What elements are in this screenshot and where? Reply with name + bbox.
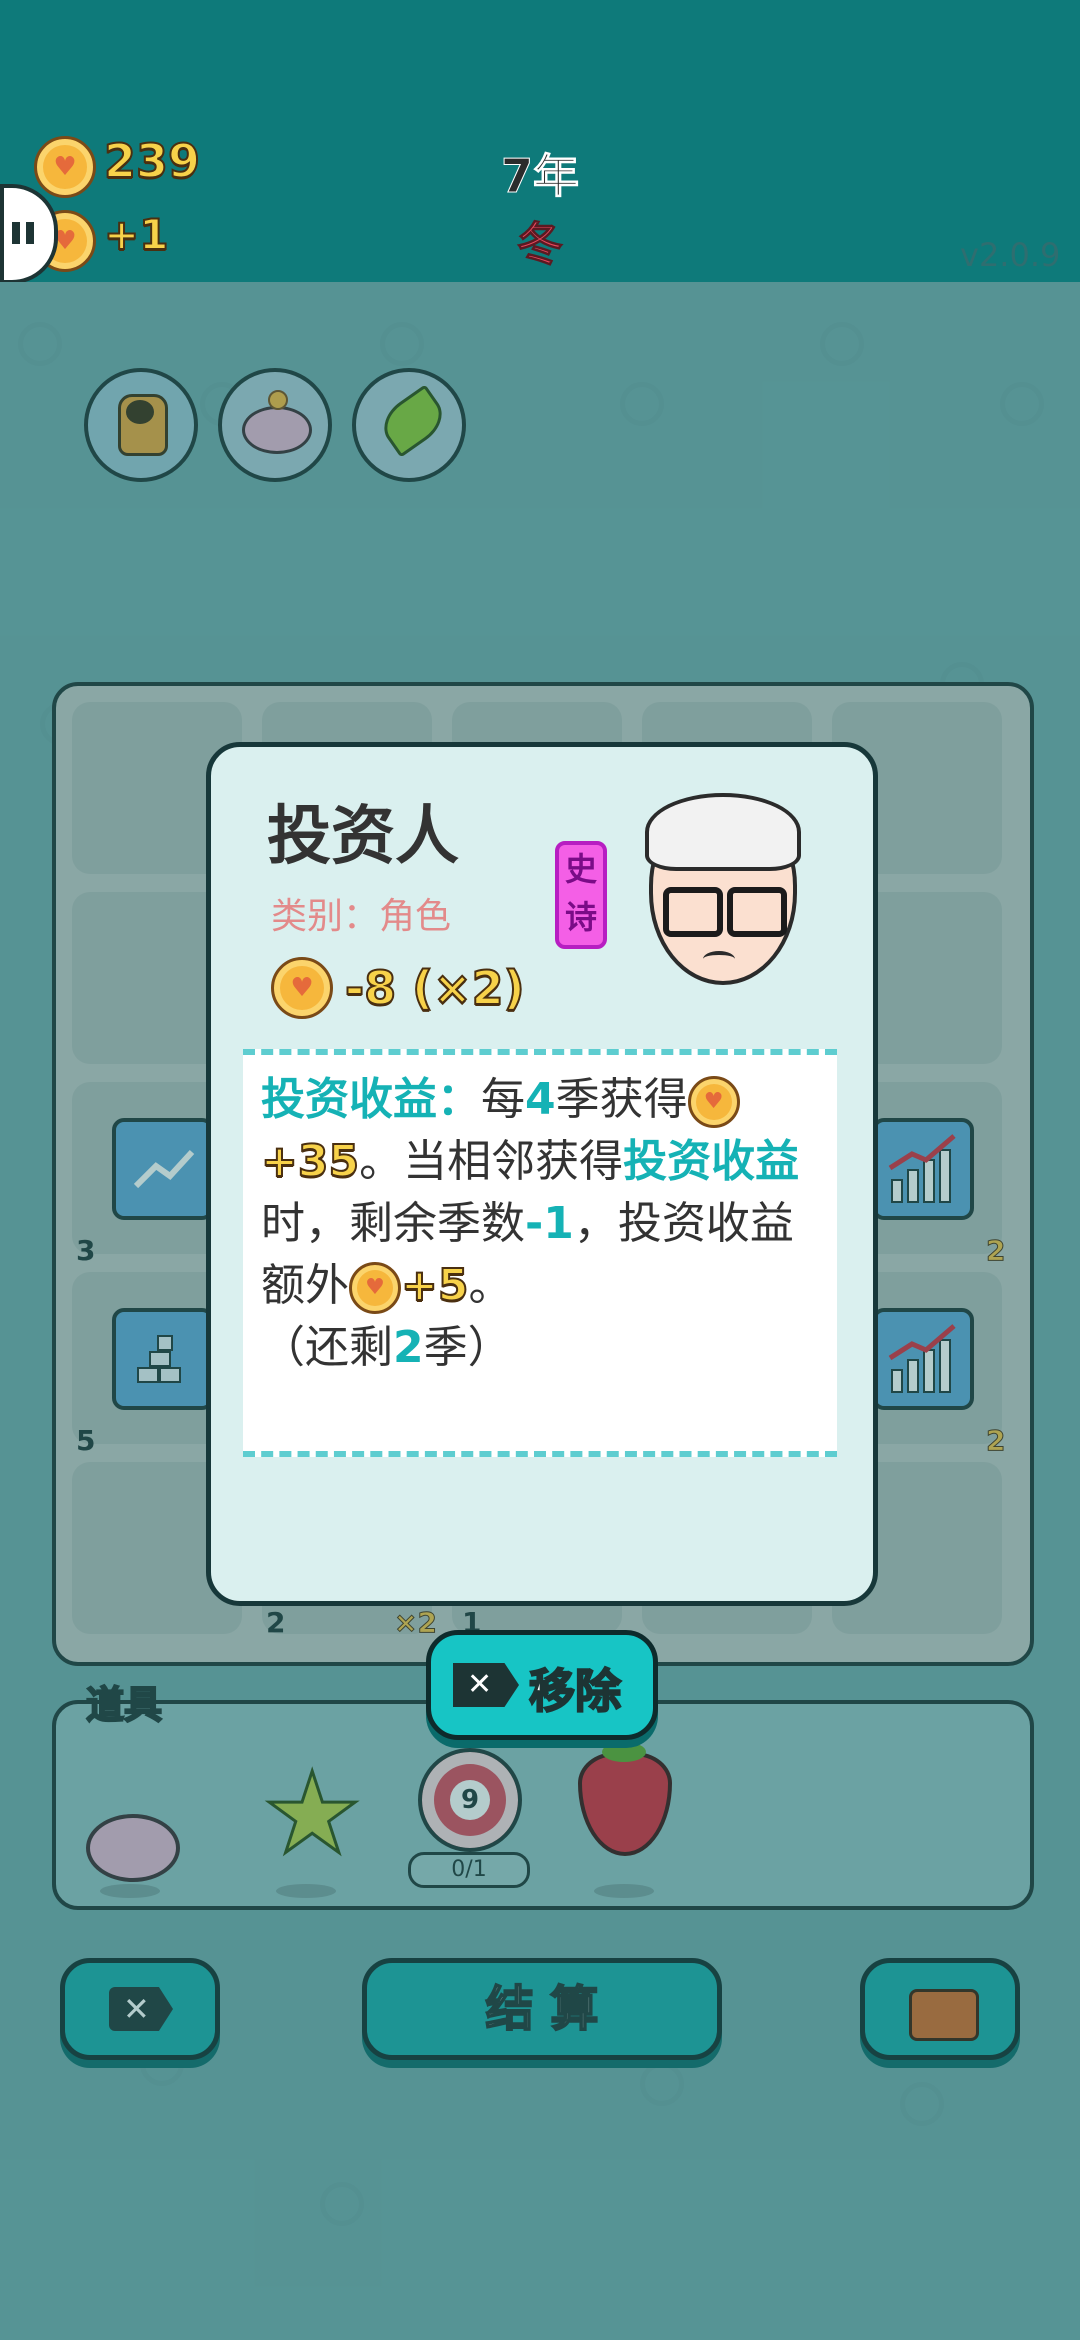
card-detail-popup: 投资人 类别：角色 ♥ -8 (×2) 史诗 投资收益：每4季获得 ♥ +35。当… (206, 742, 878, 1606)
coin-count: 239 (103, 133, 201, 189)
glasses-icon (663, 887, 723, 937)
pause-icon (12, 222, 20, 244)
year-label: 7年 (500, 149, 579, 204)
version-label: v2.0.9 (960, 236, 1061, 274)
investor-portrait (631, 791, 811, 985)
card-cost: -8 (×2) (344, 960, 526, 1016)
pause-button[interactable] (0, 184, 58, 284)
top-bar: ♥ 239 ♥ +1 7年 冬 v2.0.9 (0, 0, 1080, 286)
close-icon: ✕ (453, 1663, 519, 1707)
season-label: 冬 (517, 217, 564, 272)
remove-label: 移除 (528, 1663, 622, 1719)
coin-income: +1 (103, 209, 169, 260)
coin-icon: ♥ (349, 1262, 401, 1314)
coin-icon: ♥ (34, 136, 96, 198)
card-category: 类别：角色 (271, 896, 452, 937)
rarity-tag: 史诗 (555, 841, 607, 949)
card-description: 投资收益：每4季获得 ♥ +35。当相邻获得投资收益时，剩余季数-1，投资收益额外… (243, 1049, 837, 1457)
remove-button[interactable]: ✕ 移除 (426, 1630, 658, 1740)
coin-icon: ♥ (687, 1076, 740, 1128)
skill-name: 投资收益： (261, 1074, 481, 1125)
card-title: 投资人 (267, 800, 459, 874)
bonus-amount: +5 (400, 1259, 469, 1312)
coin-icon: ♥ (271, 957, 333, 1019)
gain-amount: +35 (260, 1135, 360, 1188)
